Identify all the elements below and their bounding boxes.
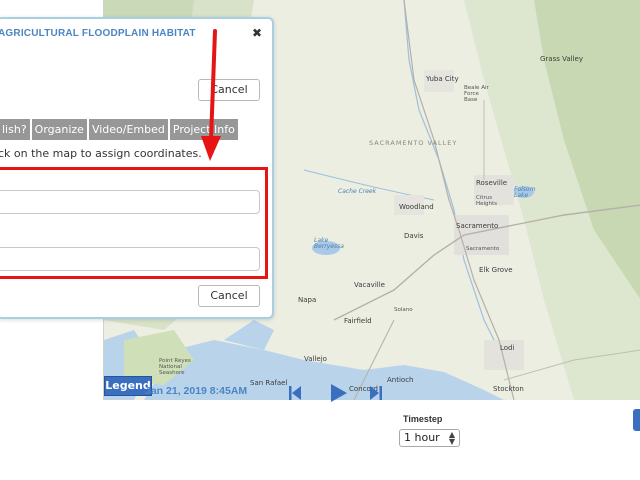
map-label-beale: Beale Air Force Base	[464, 85, 489, 103]
map-label-antioch: Antioch	[387, 376, 414, 384]
stepper-icon: ▲ ▼	[448, 430, 455, 446]
tab-project-info[interactable]: Project Info	[169, 119, 238, 140]
cancel-button-top[interactable]: Cancel	[198, 79, 260, 101]
map-label-solano: Solano	[394, 307, 413, 313]
map-label-folsom-lake: Folsom Lake	[514, 186, 536, 199]
habitat-dialog: AGRICULTURAL FLOODPLAIN HABITAT ✖ Cancel…	[0, 17, 274, 319]
map-label-grass-valley: Grass Valley	[540, 55, 583, 63]
close-icon[interactable]: ✖	[252, 26, 262, 40]
coordinate-field-2[interactable]	[0, 247, 260, 271]
side-panel-button[interactable]	[633, 409, 640, 431]
map-label-fairfield: Fairfield	[344, 317, 372, 325]
instructions-text: ck on the map to assign coordinates.	[0, 147, 202, 160]
map-label-elk-grove: Elk Grove	[479, 266, 513, 274]
map-label-napa: Napa	[298, 296, 317, 304]
tab-video-embed[interactable]: Video/Embed	[88, 119, 168, 140]
map-label-san-rafael: San Rafael	[250, 379, 288, 387]
current-date: Jan 21, 2019 8:45AM	[145, 385, 248, 397]
timestep-value: 1 hour	[404, 431, 440, 444]
skip-forward-icon[interactable]	[370, 386, 382, 400]
tab-organize[interactable]: Organize	[31, 119, 87, 140]
map-label-lodi: Lodi	[500, 344, 515, 352]
map-label-stockton: Stockton	[493, 385, 524, 393]
map-label-vacaville: Vacaville	[354, 281, 385, 289]
map-label-vallejo: Vallejo	[304, 355, 327, 363]
map-label-cache-creek: Cache Creek	[338, 188, 377, 195]
dialog-title: AGRICULTURAL FLOODPLAIN HABITAT	[0, 28, 196, 39]
map-label-lake-berryessa: Lake Berryessa	[314, 237, 344, 250]
map-label-davis: Davis	[404, 232, 424, 240]
map-label-sacramento-valley: SACRAMENTO VALLEY	[369, 139, 458, 147]
map-label-citrus-heights: Citrus Heights	[476, 195, 498, 207]
tab-publish[interactable]: lish?	[0, 119, 30, 140]
map-label-yuba-city: Yuba City	[426, 75, 459, 83]
play-icon[interactable]	[331, 384, 347, 402]
cancel-button-bottom[interactable]: Cancel	[198, 285, 260, 307]
map-label-roseville: Roseville	[476, 179, 508, 187]
coordinate-field-1[interactable]	[0, 190, 260, 214]
map-label-sacramento: Sacramento	[456, 222, 499, 230]
dialog-tabs: lish? Organize Video/Embed Project Info	[0, 119, 240, 140]
map-label-sacramento-small: Sacramento	[466, 246, 500, 252]
map-label-point-reyes: Point Reyes National Seashore	[159, 358, 191, 376]
map-label-woodland: Woodland	[399, 203, 434, 211]
timestep-label: Timestep	[403, 414, 443, 424]
skip-back-icon[interactable]	[289, 386, 301, 400]
timestep-select[interactable]: 1 hour ▲ ▼	[399, 429, 460, 447]
